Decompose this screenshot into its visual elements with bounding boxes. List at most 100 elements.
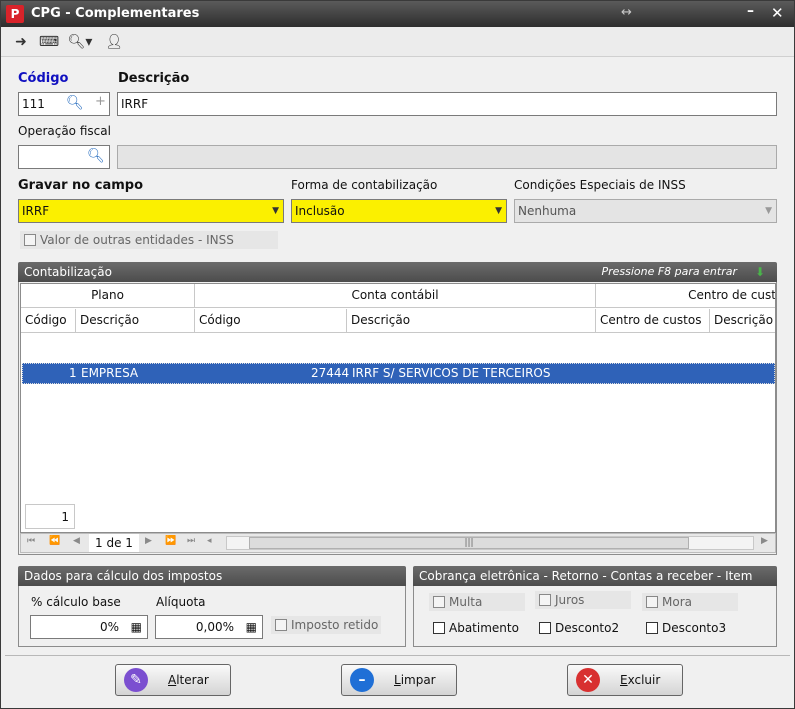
contabilizacao-header: Contabilização Pressione F8 para entrar … [18, 262, 777, 282]
navigator-menu-icon[interactable]: ◂ [207, 536, 212, 546]
condicoes-inss-label: Condições Especiais de INSS [514, 178, 686, 192]
exit-icon[interactable]: ➜ [11, 32, 31, 52]
valor-outras-entidades-label: Valor de outras entidades - INSS [40, 233, 234, 247]
condicoes-inss-value: Nenhuma [518, 204, 577, 218]
calculator-icon[interactable]: ▦ [131, 619, 142, 635]
row-conta-codigo: 27444 [311, 366, 350, 380]
group-header-plano: Plano [21, 284, 195, 308]
horizontal-scrollbar[interactable]: ||| [226, 536, 754, 550]
checkbox-box [433, 596, 445, 608]
aliquota-value: 0,00% [195, 620, 234, 634]
juros-label: Juros [555, 593, 585, 607]
forma-contabilizacao-value: Inclusão [295, 204, 345, 218]
multa-label: Multa [449, 595, 483, 609]
arrow-down-icon: ⬇ [754, 265, 765, 279]
scroll-right-icon[interactable]: ▶ [761, 536, 768, 546]
impostos-header: Dados para cálculo dos impostos [18, 566, 406, 586]
desconto2-checkbox[interactable]: Desconto2 [535, 619, 623, 637]
previous-page-icon[interactable]: ⏪ [49, 536, 60, 546]
cobranca-title: Cobrança eletrônica - Retorno - Contas a… [419, 569, 753, 583]
minimize-icon[interactable]: – [747, 3, 754, 19]
previous-record-icon[interactable]: ◀ [73, 536, 80, 546]
calculo-base-label: % cálculo base [31, 595, 121, 609]
checkbox-box[interactable] [539, 622, 551, 634]
descricao-label: Descrição [118, 71, 190, 86]
calculo-base-field[interactable]: 0% ▦ [30, 615, 148, 639]
table-row[interactable]: 1 EMPRESA 27444 IRRF S/ SERVICOS DE TERC… [22, 363, 775, 384]
minus-circle-icon: – [350, 668, 374, 692]
excluir-button[interactable]: ✕ Excluir [567, 664, 683, 696]
codigo-field[interactable]: 111 🔍︎ + [18, 92, 110, 116]
search-icon[interactable]: 🔍︎ [87, 148, 105, 164]
checkbox-box[interactable] [433, 622, 445, 634]
column-centro-custos[interactable]: Centro de custos [596, 309, 710, 333]
impostos-title: Dados para cálculo dos impostos [24, 569, 223, 583]
column-plano-descricao[interactable]: Descrição [76, 309, 195, 333]
codigo-label: Código [18, 71, 69, 86]
juros-checkbox: Juros [535, 591, 631, 609]
contabilizacao-grid[interactable]: Plano Conta contábil Centro de cust Códi… [20, 283, 776, 533]
group-header-centro: Centro de cust [596, 284, 775, 308]
column-plano-codigo[interactable]: Código [21, 309, 76, 333]
next-page-icon[interactable]: ⏩ [165, 536, 176, 546]
forma-contabilizacao-select[interactable]: Inclusão ▼ [291, 199, 507, 223]
checkbox-box [646, 596, 658, 608]
resize-arrows-icon[interactable]: ↔ [621, 5, 632, 20]
row-conta-descricao: IRRF S/ SERVICOS DE TERCEIROS [352, 366, 551, 380]
cpg-window: P CPG - Complementares ↔ – ✕ ➜ ⌨ 🔍︎▾ 👤︎ … [0, 0, 795, 709]
close-icon[interactable]: ✕ [771, 4, 784, 22]
valor-outras-entidades-checkbox: Valor de outras entidades - INSS [20, 231, 278, 249]
cobranca-header: Cobrança eletrônica - Retorno - Contas a… [413, 566, 777, 586]
alterar-button[interactable]: ✎ Alterar [115, 664, 231, 696]
descricao-field[interactable]: IRRF [117, 92, 777, 116]
contabilizacao-title: Contabilização [24, 265, 112, 279]
operacao-fiscal-description [117, 145, 777, 169]
calculator-icon[interactable]: ▦ [246, 619, 257, 635]
next-record-icon[interactable]: ▶ [145, 536, 152, 546]
limpar-button[interactable]: – Limpar [341, 664, 457, 696]
group-header-conta: Conta contábil [195, 284, 596, 308]
operacao-fiscal-label: Operação fiscal [18, 124, 111, 138]
chevron-down-icon: ▼ [765, 206, 772, 216]
mora-checkbox: Mora [642, 593, 738, 611]
f8-hint: Pressione F8 para entrar [601, 265, 737, 278]
codigo-value: 111 [22, 97, 45, 111]
operacao-fiscal-field[interactable]: 🔍︎ [18, 145, 110, 169]
chevron-down-icon[interactable]: ▼ [495, 203, 502, 219]
grid-record-count: 1 [25, 504, 75, 529]
checkbox-box [539, 594, 551, 606]
scrollbar-thumb[interactable]: ||| [249, 537, 689, 549]
abatimento-checkbox[interactable]: Abatimento [429, 619, 523, 637]
aliquota-field[interactable]: 0,00% ▦ [155, 615, 263, 639]
user-icon[interactable]: 👤︎ [103, 32, 125, 52]
search-icon[interactable]: 🔍︎ [66, 95, 84, 111]
row-plano-codigo: 1 [69, 366, 77, 380]
condicoes-inss-select: Nenhuma ▼ [514, 199, 777, 223]
gravar-no-campo-select[interactable]: IRRF ▼ [18, 199, 284, 223]
checkbox-box[interactable] [646, 622, 658, 634]
title-bar: P CPG - Complementares ↔ – ✕ [1, 1, 794, 27]
search-icon[interactable]: 🔍︎▾ [65, 32, 95, 52]
abatimento-label: Abatimento [449, 621, 519, 635]
keyboard-icon[interactable]: ⌨ [38, 32, 60, 52]
multa-checkbox: Multa [429, 593, 525, 611]
desconto2-label: Desconto2 [555, 621, 620, 635]
desconto3-label: Desconto3 [662, 621, 727, 635]
column-conta-descricao[interactable]: Descrição [347, 309, 596, 333]
forma-contabilizacao-label: Forma de contabilização [291, 178, 438, 192]
column-conta-codigo[interactable]: Código [195, 309, 347, 333]
last-record-icon[interactable]: ⏭ [187, 536, 195, 546]
row-plano-descricao: EMPRESA [81, 366, 139, 380]
app-logo-icon: P [6, 5, 24, 23]
edit-feather-icon: ✎ [124, 668, 148, 692]
desconto3-checkbox[interactable]: Desconto3 [642, 619, 730, 637]
gravar-no-campo-label: Gravar no campo [18, 178, 144, 193]
column-centro-descricao[interactable]: Descrição [710, 309, 775, 333]
imposto-retido-label: Imposto retido [291, 618, 379, 632]
window-title: CPG - Complementares [31, 6, 200, 21]
add-icon[interactable]: + [95, 94, 106, 110]
first-record-icon[interactable]: ⏮ [27, 536, 35, 546]
delete-x-icon: ✕ [576, 668, 600, 692]
chevron-down-icon[interactable]: ▼ [272, 203, 279, 219]
checkbox-box [275, 619, 287, 631]
